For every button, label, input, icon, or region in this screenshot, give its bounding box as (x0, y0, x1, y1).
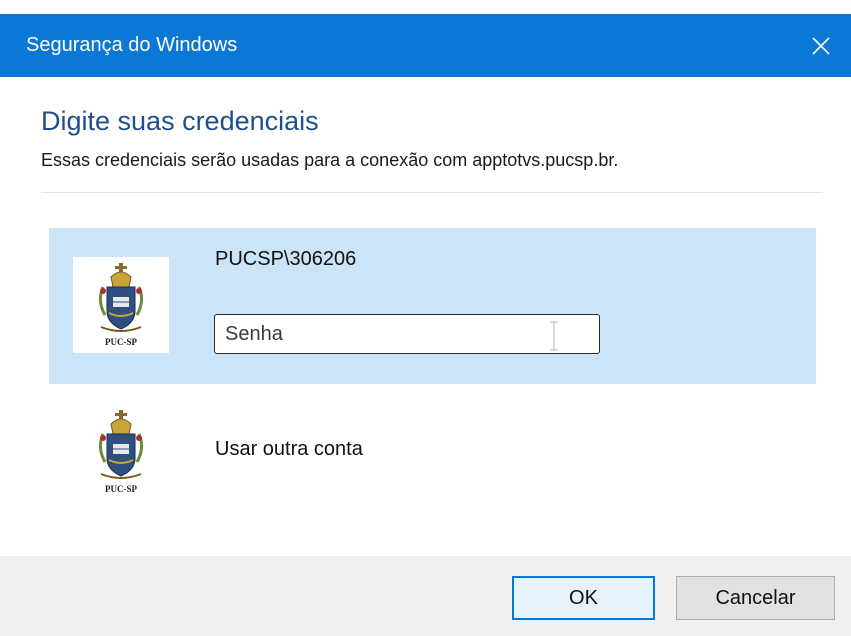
pucsp-crest-icon: PUC-SP (73, 257, 169, 353)
password-input[interactable] (214, 314, 600, 354)
close-button[interactable] (791, 14, 851, 77)
pucsp-crest-icon: PUC-SP (73, 404, 169, 500)
account-username: PUCSP\306206 (215, 248, 357, 270)
cancel-button[interactable]: Cancelar (676, 576, 835, 620)
divider (41, 192, 823, 193)
window-title: Segurança do Windows (26, 34, 238, 56)
dialog-footer: OK Cancelar (0, 556, 851, 636)
top-strip (0, 0, 851, 14)
ok-button[interactable]: OK (512, 576, 655, 620)
logo-text: PUC-SP (105, 337, 137, 347)
account-tile-selected[interactable]: PUC-SP PUCSP\306206 (49, 228, 816, 384)
logo-text: PUC-SP (105, 484, 137, 494)
title-bar: Segurança do Windows (0, 14, 851, 77)
dialog-description: Essas credenciais serão usadas para a co… (41, 150, 619, 170)
close-icon (812, 36, 830, 55)
account-tile-other[interactable]: PUC-SP Usar outra conta (49, 398, 816, 498)
dialog-heading: Digite suas credenciais (41, 106, 319, 136)
use-other-account-label: Usar outra conta (215, 438, 363, 460)
